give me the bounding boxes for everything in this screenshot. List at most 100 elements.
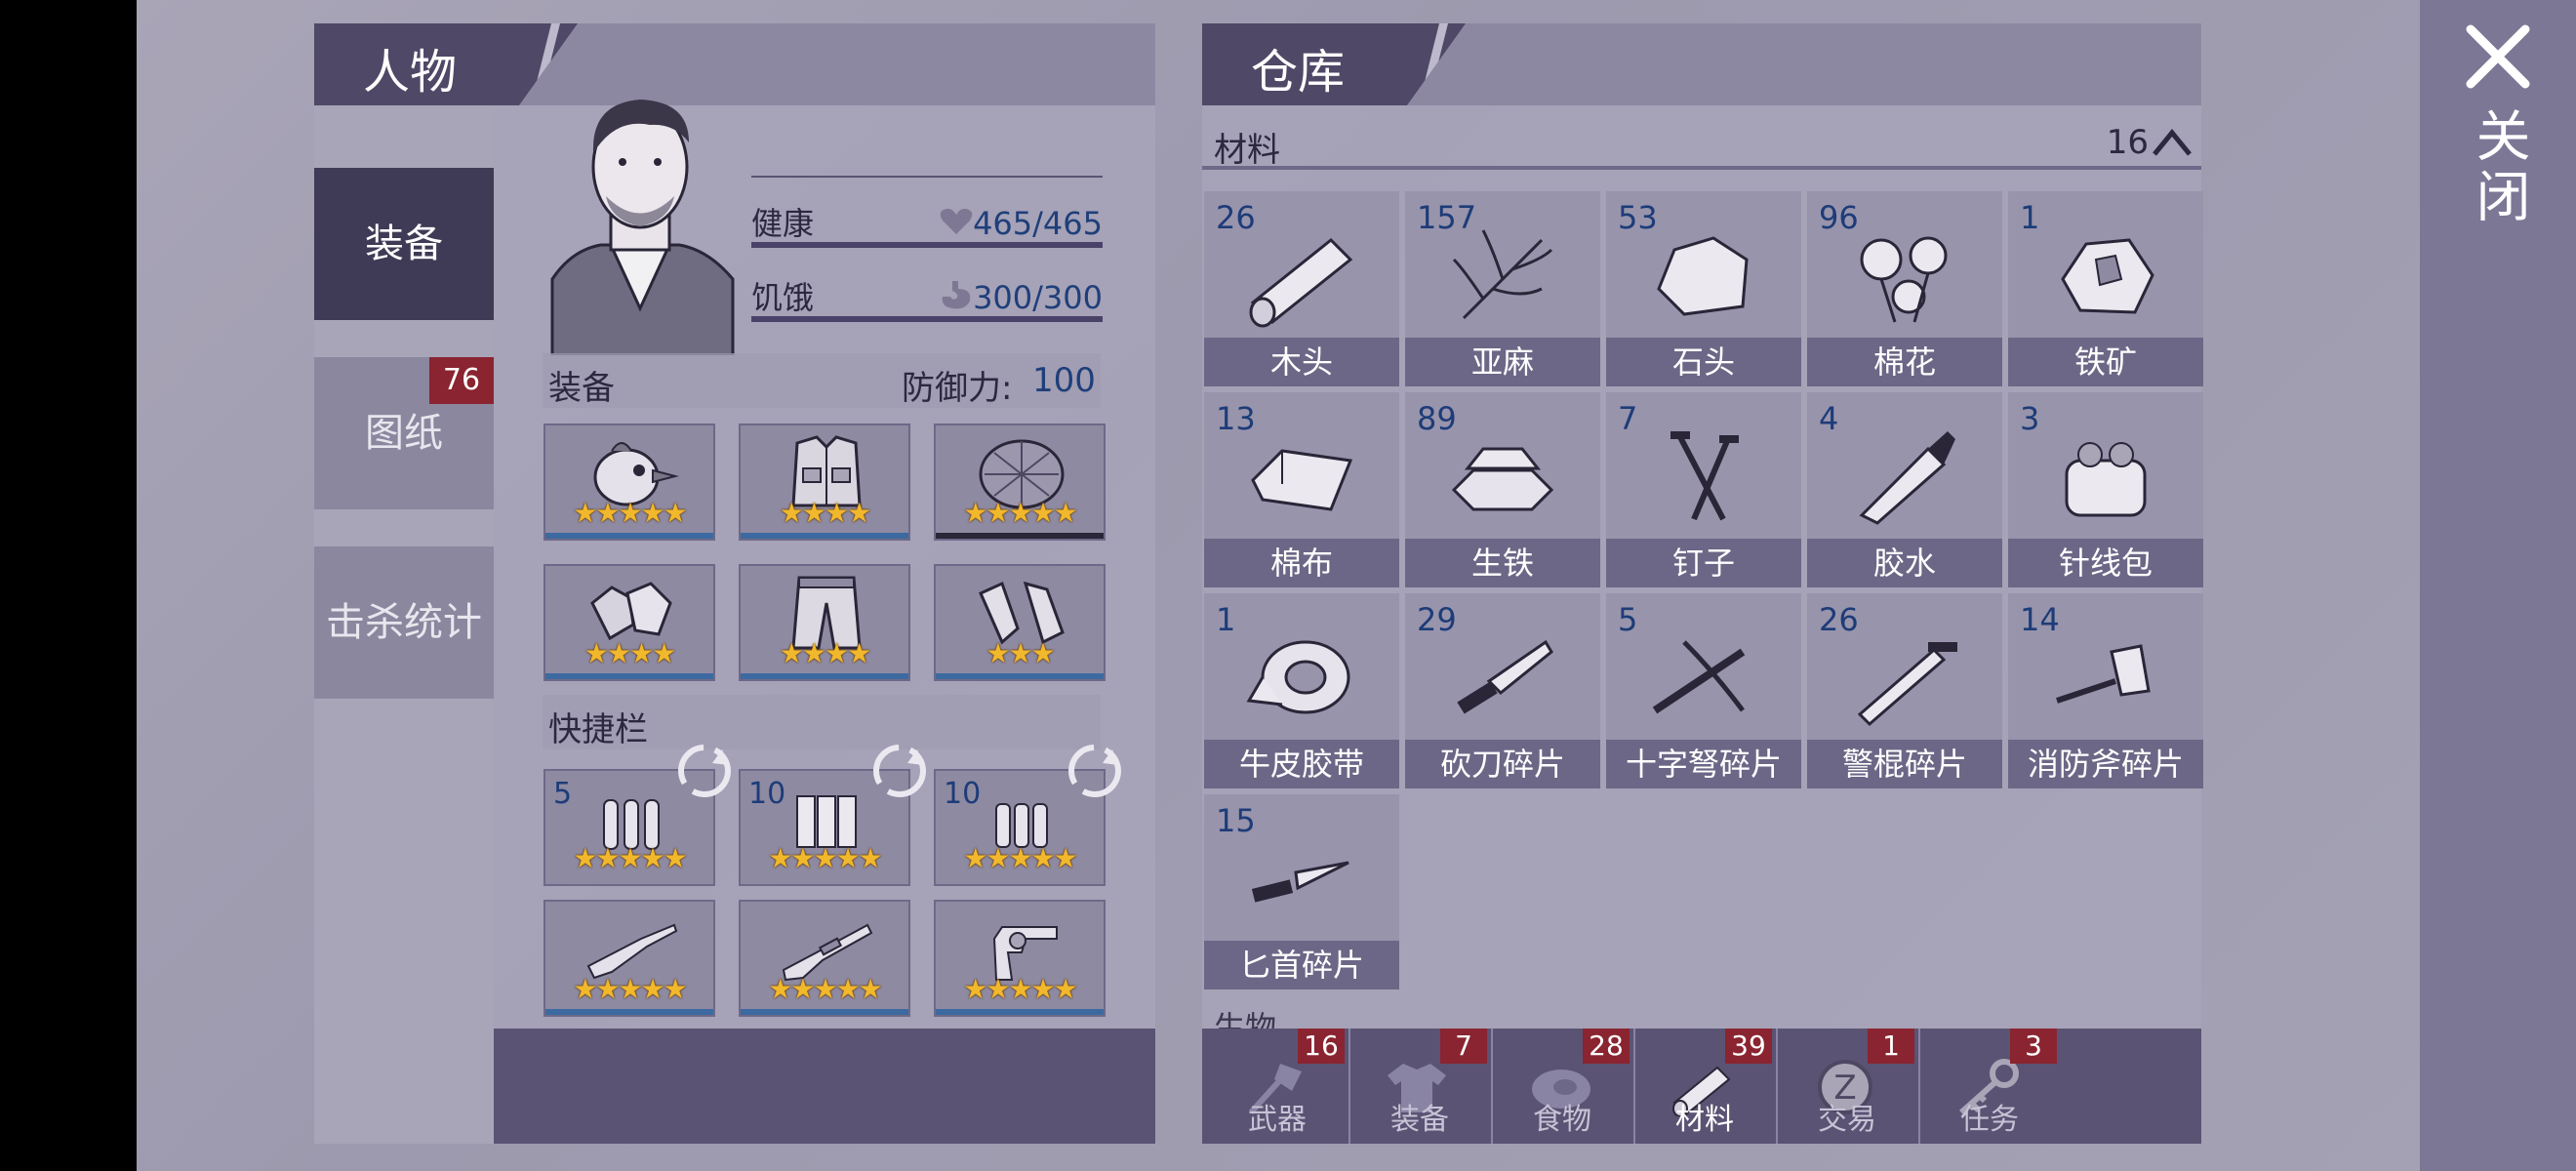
- equipment-slot-body-armor[interactable]: ★★★★: [739, 424, 910, 541]
- slot-underline: [741, 533, 908, 539]
- materials-section-header[interactable]: 材料 16: [1202, 115, 2201, 170]
- quickbar-qty: 5: [553, 777, 573, 811]
- item-glue[interactable]: 4 胶水: [1807, 392, 2002, 587]
- tab-equipment-items[interactable]: 7 装备: [1348, 1029, 1491, 1144]
- item-sewing-kit[interactable]: 3 针线包: [2008, 392, 2203, 587]
- item-pig-iron[interactable]: 89 生铁: [1405, 392, 1600, 587]
- tab-food[interactable]: 28 食物: [1491, 1029, 1633, 1144]
- item-cloth[interactable]: 13 棉布: [1204, 392, 1399, 587]
- item-name: 亚麻: [1405, 338, 1600, 386]
- equipment-stars: ★★★★: [779, 637, 871, 669]
- tape-icon: [1246, 640, 1350, 714]
- item-iron-ore[interactable]: 1 铁矿: [2008, 191, 2203, 386]
- item-qty: 5: [1618, 601, 1638, 638]
- item-crossbow-fragment[interactable]: 5 十字弩碎片: [1606, 593, 1801, 788]
- machete-fragment-icon: [1457, 639, 1553, 714]
- equipment-slot-gloves[interactable]: ★★★★: [543, 564, 715, 681]
- health-value: 465/465: [973, 205, 1103, 242]
- cotton-icon: [1860, 236, 1948, 323]
- quests-count-badge: 3: [2010, 1029, 2057, 1064]
- close-label[interactable]: 关闭: [2459, 107, 2537, 228]
- tab-equipment[interactable]: 装备: [314, 168, 494, 320]
- swap-icon[interactable]: [868, 740, 931, 802]
- baton-fragment-icon: [1857, 642, 1957, 727]
- slot-underline: [545, 1009, 713, 1015]
- quickbar-slot-4[interactable]: ★★★★★: [543, 900, 715, 1017]
- quickbar-slot-5[interactable]: ★★★★★: [739, 900, 910, 1017]
- tab-materials-label: 材料: [1675, 1103, 1734, 1137]
- item-wood[interactable]: 26 木头: [1204, 191, 1399, 386]
- equipment-section-label: 装备: [548, 369, 615, 408]
- slot-underline: [936, 1009, 1104, 1015]
- cloth-icon: [1251, 449, 1353, 511]
- tab-quests-label: 任务: [1960, 1103, 2019, 1137]
- tab-weapons[interactable]: 16 武器: [1206, 1029, 1348, 1144]
- item-qty: 1: [2020, 199, 2040, 236]
- equipment-slot-pants[interactable]: ★★★★: [739, 564, 910, 681]
- quickbar-stars: ★★★★★: [963, 842, 1078, 874]
- item-machete-fragment[interactable]: 29 砍刀碎片: [1405, 593, 1600, 788]
- item-name: 警棍碎片: [1807, 740, 2002, 788]
- close-button[interactable]: [2461, 20, 2535, 94]
- health-bar: [751, 242, 1103, 248]
- item-name: 铁矿: [2008, 338, 2203, 386]
- food-count-badge: 28: [1583, 1029, 1630, 1064]
- item-dagger-fragment[interactable]: 15 匕首碎片: [1204, 794, 1399, 989]
- health-label: 健康: [751, 205, 815, 242]
- quickbar-stars: ★★★★★: [768, 973, 883, 1005]
- weapons-count-badge: 16: [1298, 1029, 1345, 1064]
- character-footer: [494, 1029, 1155, 1144]
- item-qty: 1: [1216, 601, 1236, 638]
- slot-underline: [545, 673, 713, 679]
- quickbar-slot-6[interactable]: ★★★★★: [934, 900, 1106, 1017]
- chevron-up-icon[interactable]: [2151, 127, 2194, 158]
- tab-kill-stats-label: 击杀统计: [326, 600, 482, 645]
- item-flax[interactable]: 157 亚麻: [1405, 191, 1600, 386]
- item-stone[interactable]: 53 石头: [1606, 191, 1801, 386]
- nails-icon: [1670, 431, 1739, 521]
- warehouse-title: 仓库: [1251, 45, 1346, 100]
- tab-weapons-label: 武器: [1248, 1103, 1307, 1137]
- quickbar-section-label: 快捷栏: [548, 710, 648, 749]
- tab-trade-label: 交易: [1818, 1103, 1876, 1137]
- materials-section-label: 材料: [1214, 131, 1280, 170]
- defense-value: 100: [1032, 361, 1096, 400]
- tab-blueprints[interactable]: 图纸 76: [314, 357, 494, 509]
- equipment-slot-helmet[interactable]: ★★★★★: [543, 424, 715, 541]
- slot-underline: [545, 533, 713, 539]
- item-duct-tape[interactable]: 1 牛皮胶带: [1204, 593, 1399, 788]
- tab-quests[interactable]: 3 任务: [1918, 1029, 2061, 1144]
- next-section-label: 生物: [1214, 1009, 1277, 1029]
- stone-icon: [1657, 236, 1749, 316]
- item-fire-axe-fragment[interactable]: 14 消防斧碎片: [2008, 593, 2203, 788]
- equipment-slot-boots[interactable]: ★★★: [934, 564, 1106, 681]
- iron-ore-icon: [2061, 238, 2154, 314]
- item-name: 胶水: [1807, 539, 2002, 587]
- hunger-value: 300/300: [973, 279, 1103, 316]
- item-name: 棉花: [1807, 338, 2002, 386]
- swap-icon[interactable]: [673, 740, 736, 802]
- item-cotton[interactable]: 96 棉花: [1807, 191, 2002, 386]
- item-baton-fragment[interactable]: 26 警棍碎片: [1807, 593, 2002, 788]
- sewing-kit-icon: [2065, 442, 2147, 517]
- item-name: 牛皮胶带: [1204, 740, 1399, 788]
- character-title: 人物: [363, 45, 458, 100]
- equipment-slot-back[interactable]: ★★★★★: [934, 424, 1106, 541]
- item-name: 棉布: [1204, 539, 1399, 587]
- crossbow-fragment-icon: [1652, 640, 1746, 714]
- tab-trade[interactable]: Z 1 交易: [1776, 1029, 1918, 1144]
- close-icon: [2466, 24, 2530, 89]
- hunger-label: 饥饿: [751, 279, 815, 316]
- item-qty: 3: [2020, 400, 2040, 437]
- tab-kill-stats[interactable]: 击杀统计: [314, 546, 494, 699]
- equipment-items-count-badge: 7: [1440, 1029, 1487, 1064]
- item-name: 砍刀碎片: [1405, 740, 1600, 788]
- item-name: 石头: [1606, 338, 1801, 386]
- equipment-stars: ★★★★: [584, 637, 676, 669]
- swap-icon[interactable]: [1064, 740, 1126, 802]
- item-nails[interactable]: 7 钉子: [1606, 392, 1801, 587]
- tab-materials[interactable]: 39 材料: [1633, 1029, 1776, 1144]
- flax-icon: [1452, 229, 1553, 320]
- slot-underline: [741, 673, 908, 679]
- slot-underline: [936, 673, 1104, 679]
